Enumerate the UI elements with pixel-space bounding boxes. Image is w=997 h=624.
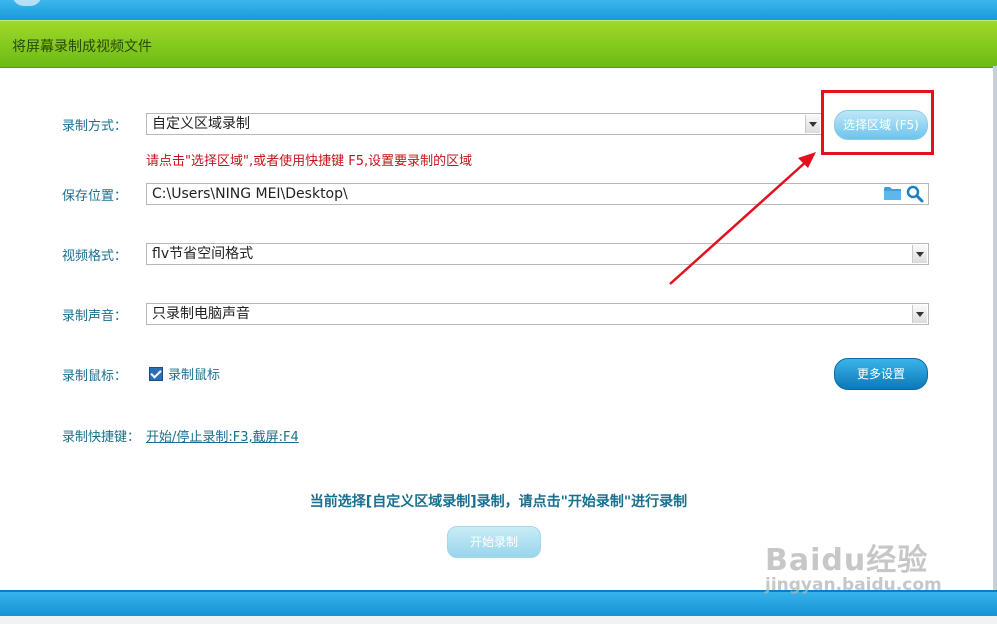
shortcut-label: 录制快捷键：: [62, 430, 141, 445]
dropdown-arrow-icon[interactable]: [805, 115, 820, 133]
video-format-select[interactable]: flv节省空间格式: [146, 243, 929, 265]
save-location-input[interactable]: C:\Users\NING MEI\Desktop\: [146, 183, 929, 205]
shortcut-link[interactable]: 开始/停止录制:F3,截屏:F4: [146, 426, 299, 445]
bottom-strip: [0, 616, 997, 624]
save-location-label: 保存位置：: [62, 189, 128, 204]
audio-value: 只录制电脑声音: [152, 306, 250, 322]
section-title: 将屏幕录制成视频文件: [12, 39, 152, 55]
dropdown-arrow-icon[interactable]: [912, 245, 927, 263]
watermark-main: Baidu经验: [765, 543, 929, 578]
dropdown-arrow-icon[interactable]: [912, 305, 927, 323]
record-area-hint: 请点击"选择区域",或者使用快捷键 F5,设置要录制的区域: [146, 154, 473, 169]
more-settings-button[interactable]: 更多设置: [834, 358, 928, 390]
audio-label: 录制声音：: [62, 309, 128, 324]
annotation-highlight-box: [821, 90, 934, 155]
audio-select[interactable]: 只录制电脑声音: [146, 303, 929, 325]
window-right-edge: [993, 66, 997, 590]
app-logo-icon: [12, 0, 42, 6]
search-icon[interactable]: [906, 185, 924, 203]
checkbox-checked-icon[interactable]: [149, 367, 163, 381]
record-mode-value: 自定义区域录制: [152, 116, 250, 132]
save-location-value: C:\Users\NING MEI\Desktop\: [152, 186, 348, 202]
section-header: 将屏幕录制成视频文件: [0, 20, 997, 68]
record-mode-label: 录制方式：: [62, 119, 128, 134]
video-format-value: flv节省空间格式: [152, 246, 254, 262]
record-mode-select[interactable]: 自定义区域录制: [146, 113, 822, 135]
mouse-label: 录制鼠标：: [62, 369, 128, 384]
status-text: 当前选择[自定义区域录制]录制，请点击"开始录制"进行录制: [309, 494, 688, 510]
folder-icon[interactable]: [884, 186, 901, 200]
record-mouse-checkbox-label[interactable]: 录制鼠标: [168, 364, 220, 383]
window-top-bar: [0, 0, 997, 20]
video-format-label: 视频格式：: [62, 249, 128, 264]
start-record-button[interactable]: 开始录制: [447, 526, 541, 558]
watermark-sub: jingyan.baidu.com: [765, 575, 942, 595]
